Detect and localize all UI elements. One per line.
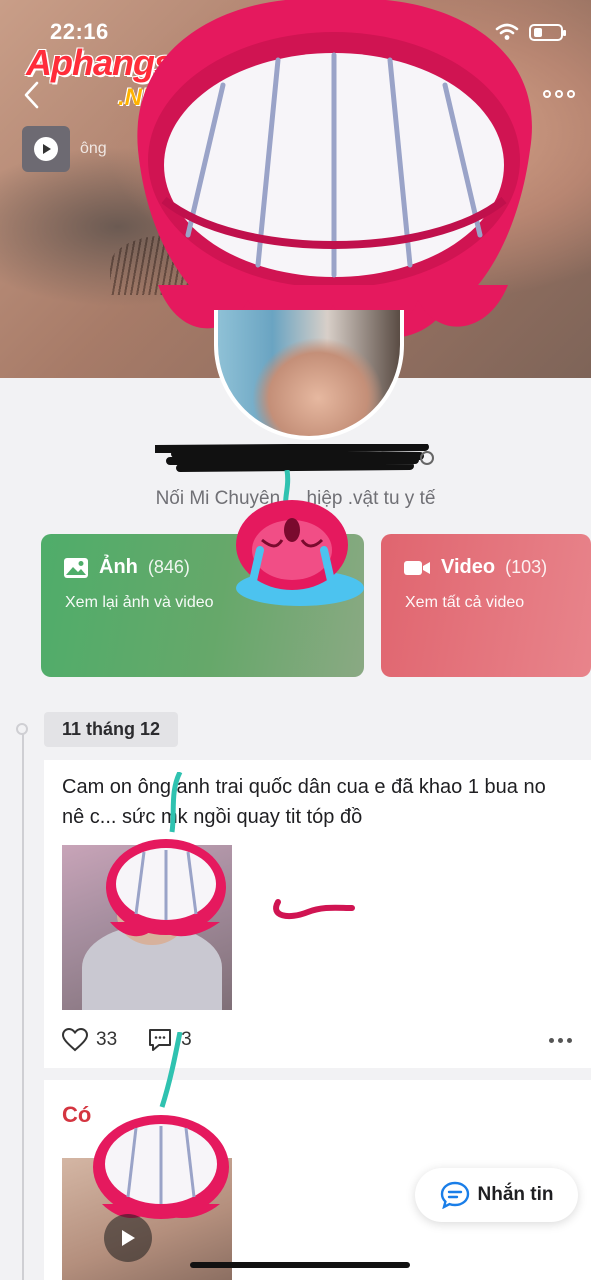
play-icon — [122, 1230, 135, 1246]
music-thumbnail — [22, 126, 70, 172]
image-icon — [64, 557, 88, 578]
post-more-button[interactable] — [549, 1037, 572, 1043]
cartoon-mouth-sticker-large — [137, 0, 532, 341]
videos-card-header: Video (103) — [403, 556, 547, 579]
post2-title: Có — [62, 1102, 92, 1127]
home-indicator — [190, 1262, 410, 1268]
red-smile-scribble — [273, 899, 355, 920]
music-title: ông — [80, 140, 107, 157]
photos-card-subtitle: Xem lại ảnh và video — [65, 594, 214, 611]
message-button[interactable]: Nhắn tin — [415, 1168, 578, 1222]
heart-icon — [62, 1028, 88, 1052]
videos-card-count: (103) — [505, 557, 548, 577]
more-dot-icon — [549, 1037, 554, 1043]
timeline-date-label: 11 tháng 12 — [44, 712, 179, 747]
back-button[interactable] — [14, 78, 48, 112]
profile-avatar[interactable] — [214, 310, 404, 440]
more-dot-icon — [567, 1037, 572, 1043]
photos-card-count: (846) — [147, 557, 190, 577]
profile-music-chip[interactable]: ông — [22, 126, 122, 172]
play-icon — [34, 137, 58, 161]
videos-card[interactable]: Video (103) Xem tất cả video — [381, 534, 591, 677]
cartoon-mouth-sticker-small — [106, 772, 226, 937]
timeline-dot — [16, 723, 28, 735]
chat-bubble-icon — [440, 1181, 469, 1209]
videos-card-title: Video — [441, 556, 496, 578]
photos-card-header: Ảnh (846) — [63, 556, 190, 579]
more-dot-icon — [567, 90, 575, 98]
cartoon-crying-sticker — [236, 470, 364, 606]
more-dot-icon — [555, 90, 563, 98]
chevron-left-icon — [24, 81, 39, 109]
photos-card-title: Ảnh — [99, 556, 138, 578]
more-dot-icon — [558, 1037, 563, 1043]
message-button-label: Nhắn tin — [477, 1184, 554, 1205]
video-play-button[interactable] — [104, 1214, 152, 1262]
videos-card-subtitle: Xem tất cả video — [405, 594, 525, 611]
video-camera-icon — [404, 560, 430, 575]
cartoon-mouth-sticker-bottom — [93, 1032, 229, 1219]
timeline-line — [22, 729, 24, 1280]
